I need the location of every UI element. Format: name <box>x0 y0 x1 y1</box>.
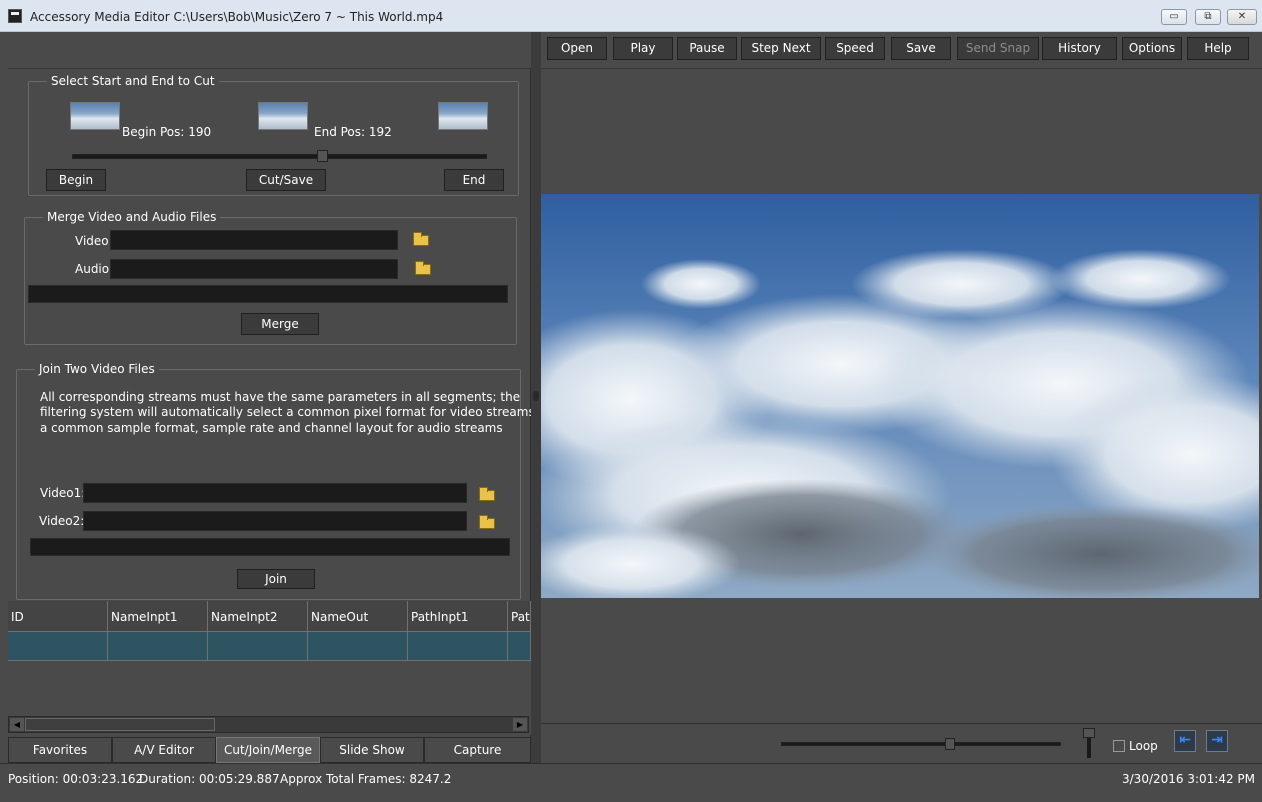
seek-slider-thumb[interactable] <box>945 738 955 750</box>
grid-header[interactable]: NameInpt1 <box>108 601 208 632</box>
join-description-line: All corresponding streams must have the … <box>40 390 521 404</box>
end-button[interactable]: End <box>444 169 504 191</box>
close-button[interactable]: ✕ <box>1227 9 1257 25</box>
table-row-cell[interactable] <box>508 632 531 661</box>
merge-audio-input[interactable] <box>110 259 398 279</box>
left-panel: Select Start and End to Cut Begin Pos: 1… <box>8 32 565 763</box>
merge-button[interactable]: Merge <box>241 313 319 335</box>
tab-favorites[interactable]: Favorites <box>8 737 112 763</box>
left-top-bar <box>8 32 531 69</box>
bottom-tabs: Favorites A/V Editor Cut/Join/Merge Slid… <box>8 737 531 763</box>
save-button[interactable]: Save <box>891 37 951 60</box>
minimize-button[interactable]: ▭ <box>1161 9 1187 25</box>
tab-capture[interactable]: Capture <box>424 737 531 763</box>
history-button[interactable]: History <box>1042 37 1117 60</box>
grid-horizontal-scrollbar[interactable]: ◀ ▶ <box>8 716 529 733</box>
merge-output-field[interactable] <box>28 285 508 303</box>
title-bar: Accessory Media Editor C:\Users\Bob\Musi… <box>0 0 1262 32</box>
join-video2-input[interactable] <box>83 511 467 531</box>
tab-av-editor[interactable]: A/V Editor <box>112 737 216 763</box>
grid-header[interactable]: PathInpt1 <box>408 601 508 632</box>
grid-header[interactable]: ID <box>8 601 108 632</box>
table-row-cell[interactable] <box>8 632 108 661</box>
status-bar: Position: 00:03:23.162 Duration: 00:05:2… <box>0 763 1262 802</box>
loop-label: Loop <box>1129 739 1158 753</box>
end-thumbnail <box>258 102 308 130</box>
player-toolbar: Open Play Pause Step Next Speed Save Sen… <box>541 32 1262 69</box>
options-button[interactable]: Options <box>1122 37 1182 60</box>
scrollbar-thumb[interactable] <box>25 718 215 731</box>
tab-slide-show[interactable]: Slide Show <box>320 737 424 763</box>
volume-slider[interactable] <box>1083 728 1095 758</box>
merge-audio-label: Audio: <box>75 262 114 276</box>
cut-legend: Select Start and End to Cut <box>51 74 215 88</box>
loop-checkbox[interactable] <box>1113 740 1125 752</box>
begin-pos-label: Begin Pos: 190 <box>122 125 212 139</box>
folder-icon[interactable] <box>415 261 431 275</box>
table-row-cell[interactable] <box>108 632 208 661</box>
table-row-cell[interactable] <box>208 632 308 661</box>
status-datetime: 3/30/2016 3:01:42 PM <box>1122 772 1256 786</box>
pause-button[interactable]: Pause <box>677 37 737 60</box>
cut-slider-track[interactable] <box>72 150 487 162</box>
merge-video-input[interactable] <box>110 230 398 250</box>
step-next-button[interactable]: Step Next <box>741 37 821 60</box>
folder-icon[interactable] <box>479 487 495 501</box>
join-description-line: filtering system will automatically sele… <box>40 405 565 419</box>
grid-header[interactable]: Path <box>508 601 531 632</box>
join-description-line: a common sample format, sample rate and … <box>40 421 503 435</box>
video-image <box>541 194 1259 598</box>
end-pos-label: End Pos: 192 <box>314 125 392 139</box>
begin-thumbnail <box>70 102 120 130</box>
current-thumbnail <box>438 102 488 130</box>
merge-legend: Merge Video and Audio Files <box>47 210 217 224</box>
prev-frame-icon[interactable]: ⇤ <box>1174 730 1196 752</box>
join-video1-input[interactable] <box>83 483 467 503</box>
status-frames: Approx Total Frames: 8247.2 <box>280 772 452 786</box>
volume-slider-thumb[interactable] <box>1083 728 1095 738</box>
send-snap-button[interactable]: Send Snap <box>957 37 1039 60</box>
open-button[interactable]: Open <box>547 37 607 60</box>
scroll-left-icon[interactable]: ◀ <box>10 718 24 731</box>
table-row-cell[interactable] <box>308 632 408 661</box>
splitter-grip[interactable] <box>533 391 539 401</box>
app-icon <box>8 9 22 23</box>
speed-button[interactable]: Speed <box>825 37 885 60</box>
join-video2-label: Video2: <box>39 514 85 528</box>
scroll-right-icon[interactable]: ▶ <box>513 718 527 731</box>
grid-header[interactable]: NameOut <box>308 601 408 632</box>
next-frame-icon[interactable]: ⇥ <box>1206 730 1228 752</box>
join-legend: Join Two Video Files <box>39 362 155 376</box>
cut-save-button[interactable]: Cut/Save <box>246 169 326 191</box>
seek-slider[interactable] <box>781 738 1061 750</box>
status-position: Position: 00:03:23.162 <box>8 772 144 786</box>
play-button[interactable]: Play <box>613 37 673 60</box>
restore-button[interactable]: ⧉ <box>1195 9 1221 25</box>
tab-cut-join-merge[interactable]: Cut/Join/Merge <box>216 737 320 763</box>
folder-icon[interactable] <box>413 232 429 246</box>
merge-video-label: Video: <box>75 234 113 248</box>
join-output-field[interactable] <box>30 538 510 556</box>
grid-header[interactable]: NameInpt2 <box>208 601 308 632</box>
folder-icon[interactable] <box>479 515 495 529</box>
help-button[interactable]: Help <box>1187 37 1249 60</box>
join-button[interactable]: Join <box>237 569 315 589</box>
join-video1-label: Video1: <box>40 486 86 500</box>
video-frame[interactable] <box>541 194 1259 598</box>
cut-slider-thumb[interactable] <box>317 150 328 162</box>
player-controls: Loop ⇤ ⇥ <box>541 723 1262 763</box>
player-panel: Open Play Pause Step Next Speed Save Sen… <box>541 32 1262 763</box>
status-duration: Duration: 00:05:29.887 <box>139 772 280 786</box>
table-row-cell[interactable] <box>408 632 508 661</box>
begin-button[interactable]: Begin <box>46 169 106 191</box>
jobs-grid[interactable]: ID NameInpt1 NameInpt2 NameOut PathInpt1… <box>8 601 531 735</box>
window-title: Accessory Media Editor C:\Users\Bob\Musi… <box>30 10 444 24</box>
app-window: Accessory Media Editor C:\Users\Bob\Musi… <box>0 0 1262 802</box>
